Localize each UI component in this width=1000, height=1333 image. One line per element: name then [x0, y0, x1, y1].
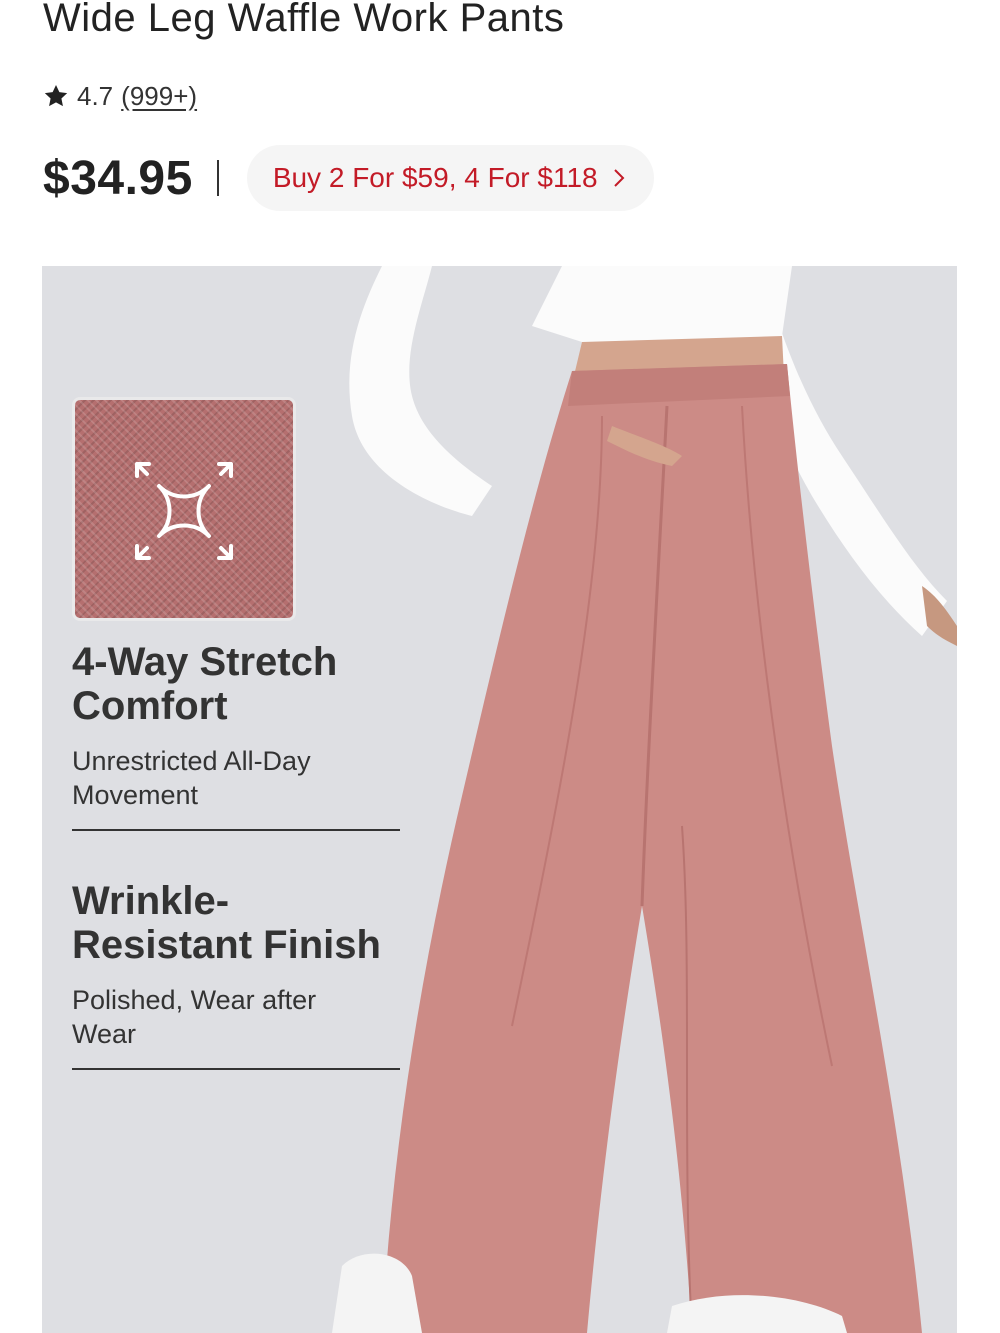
price-divider	[216, 160, 219, 196]
feature-title-line: Wrinkle-	[72, 879, 230, 923]
divider	[72, 829, 400, 831]
stretch-icon	[135, 462, 233, 560]
rating-row[interactable]: 4.7 (999+)	[43, 76, 197, 116]
price: $34.95	[43, 151, 193, 205]
feature-title: 4-Way Stretch Comfort	[72, 640, 402, 728]
feature-wrinkle: Wrinkle- Resistant Finish Polished, Wear…	[72, 879, 402, 1070]
feature-subtitle: Polished, Wear after Wear	[72, 983, 402, 1051]
star-icon	[44, 84, 68, 107]
bundle-promo-button[interactable]: Buy 2 For $59, 4 For $118	[246, 145, 654, 211]
feature-title-line: Resistant Finish	[72, 923, 381, 967]
product-image[interactable]: 4-Way Stretch Comfort Unrestricted All-D…	[42, 266, 957, 1333]
feature-title: Wrinkle- Resistant Finish	[72, 879, 402, 967]
feature-subtitle-line: Unrestricted All-Day	[72, 746, 311, 776]
review-count-link[interactable]: (999+)	[121, 81, 197, 112]
fabric-swatch	[72, 397, 296, 621]
feature-title-line: Comfort	[72, 684, 228, 728]
feature-subtitle: Unrestricted All-Day Movement	[72, 744, 402, 812]
feature-subtitle-line: Movement	[72, 780, 199, 810]
price-row: $34.95 Buy 2 For $59, 4 For $118	[43, 143, 654, 213]
feature-subtitle-line: Wear	[72, 1019, 137, 1049]
bundle-promo-label: Buy 2 For $59, 4 For $118	[272, 162, 598, 193]
chevron-right-icon	[613, 169, 625, 187]
divider	[72, 1068, 400, 1070]
feature-title-line: 4-Way Stretch	[72, 640, 338, 684]
feature-subtitle-line: Polished, Wear after	[72, 985, 317, 1015]
rating-value: 4.7	[77, 80, 114, 111]
product-title: Wide Leg Waffle Work Pants	[43, 0, 565, 40]
feature-stretch: 4-Way Stretch Comfort Unrestricted All-D…	[72, 640, 402, 831]
